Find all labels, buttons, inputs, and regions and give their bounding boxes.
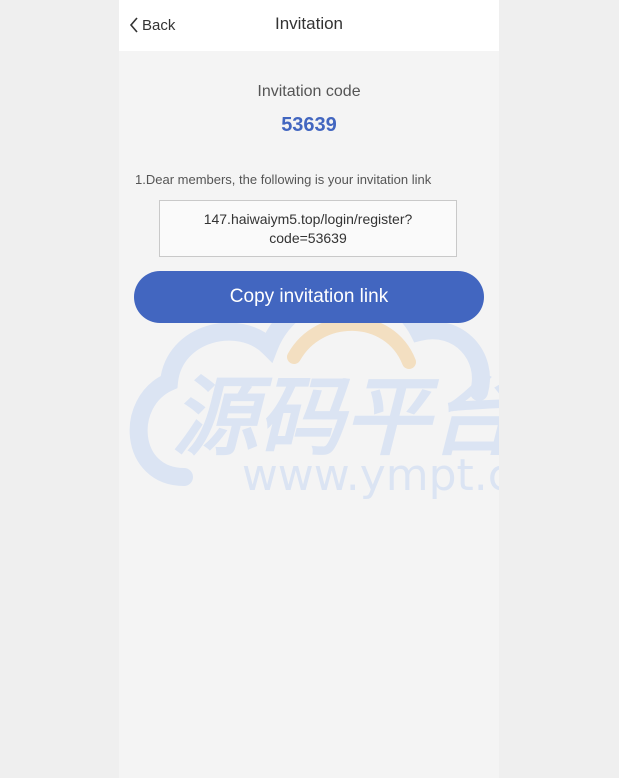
app-screen: Back Invitation 源码平台 www.ympt.cc Invitat… — [119, 0, 499, 778]
top-nav-bar: Back Invitation — [119, 0, 499, 51]
watermark-chinese-text: 源码平台 — [172, 368, 499, 468]
page-title: Invitation — [274, 14, 344, 33]
invitation-code-value: 53639 — [281, 114, 337, 136]
watermark-sun-arc — [287, 316, 416, 369]
watermark-url-text: www.ympt.cc — [242, 450, 499, 501]
invitation-link-box[interactable]: 147.haiwaiym5.top/login/register?code=53… — [159, 200, 457, 257]
invitation-link-description: 1.Dear members, the following is your in… — [135, 172, 432, 187]
invitation-code-label: Invitation code — [257, 83, 361, 100]
invitation-link-text: 147.haiwaiym5.top/login/register?code=53… — [203, 210, 413, 246]
copy-invitation-link-button[interactable]: Copy invitation link — [134, 271, 484, 323]
